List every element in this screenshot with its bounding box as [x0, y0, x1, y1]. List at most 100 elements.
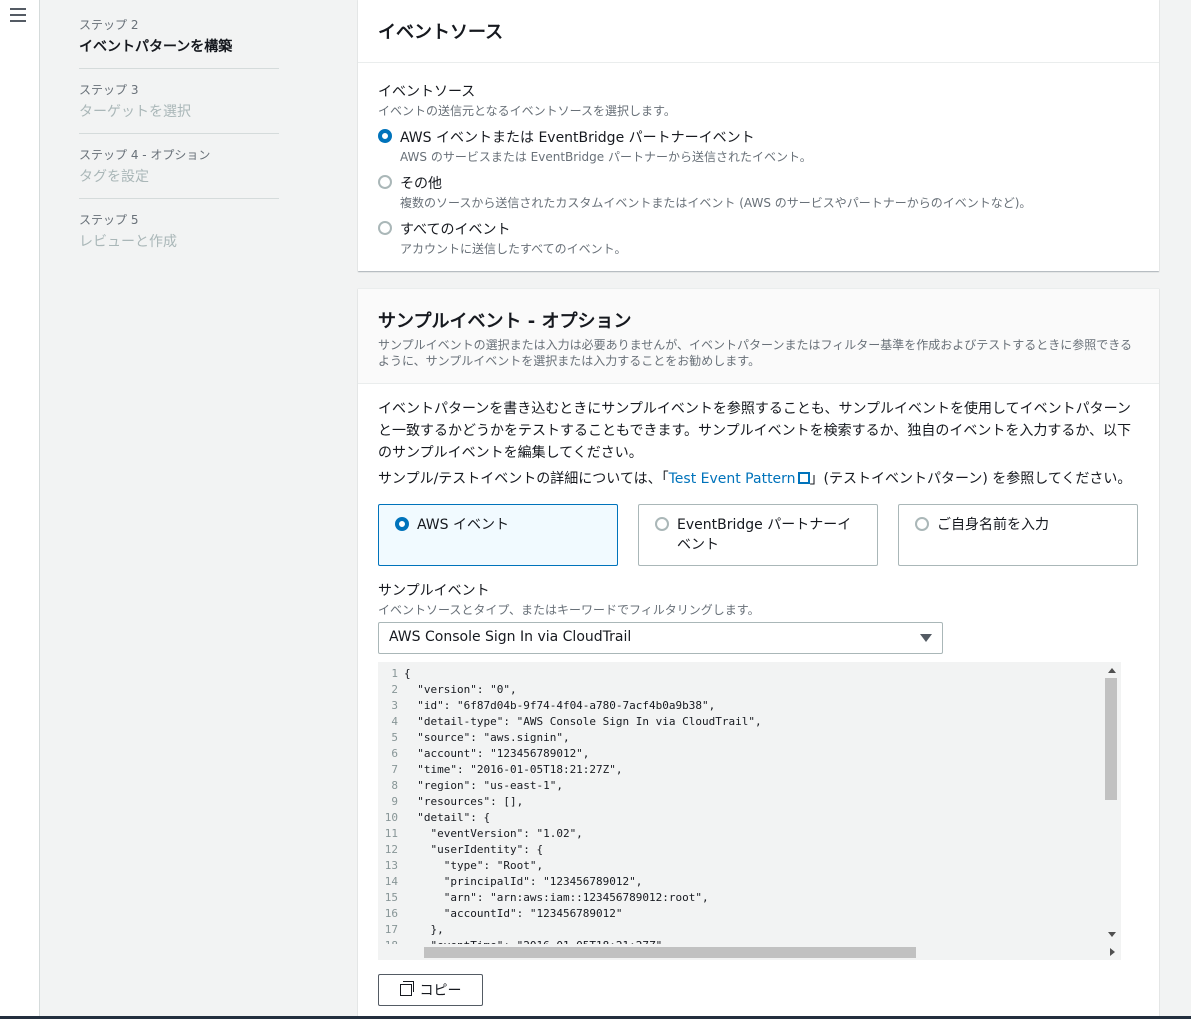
- code-text: "resources": [],: [404, 795, 524, 808]
- tile-partner-events[interactable]: EventBridge パートナーイベント: [638, 504, 878, 566]
- select-value: AWS Console Sign In via CloudTrail: [389, 629, 632, 645]
- line-number: 13: [384, 859, 398, 872]
- copy-icon: [399, 981, 414, 996]
- line-number: 8: [391, 779, 398, 792]
- radio-button[interactable]: [378, 175, 392, 189]
- code-editor[interactable]: 1 {2 "version": "0", 3 "id": "6f87d04b-9f7…: [378, 662, 1121, 960]
- intro-link-line: サンプル/テストイベントの詳細については、「Test Event Pattern…: [378, 468, 1139, 488]
- horizontal-scrollbar[interactable]: [378, 944, 1121, 960]
- code-line: 13 "type": "Root",: [378, 858, 762, 874]
- radio-label: その他: [400, 176, 442, 192]
- code-lines: 1 {2 "version": "0", 3 "id": "6f87d04b-9f7…: [378, 666, 762, 954]
- code-line: 12 "userIdentity": {: [378, 842, 762, 858]
- line-number: 11: [384, 827, 398, 840]
- code-line: 7 "time": "2016-01-05T18:21:27Z",: [378, 762, 762, 778]
- panel-title: イベントソース: [378, 22, 504, 43]
- radio-description: AWS のサービスまたは EventBridge パートナーから送信されたイベン…: [400, 150, 812, 164]
- radio-label: AWS イベントまたは EventBridge パートナーイベント: [400, 130, 755, 146]
- line-number: 16: [384, 907, 398, 920]
- radio-button[interactable]: [378, 129, 392, 143]
- intro-prefix: サンプル/テストイベントの詳細については、「: [378, 471, 669, 487]
- code-line: 15 "arn": "arn:aws:iam::123456789012:roo…: [378, 890, 762, 906]
- code-text: "eventVersion": "1.02",: [404, 827, 583, 840]
- line-number: 2: [391, 683, 398, 696]
- radio-label: すべてのイベント: [400, 222, 511, 238]
- code-text: "detail-type": "AWS Console Sign In via …: [404, 715, 762, 728]
- code-line: 6 "account": "123456789012",: [378, 746, 762, 762]
- radio-description: アカウントに送信したすべてのイベント。: [400, 242, 627, 256]
- tile-label: ご自身名前を入力: [937, 517, 1049, 533]
- intro-suffix: 」(テストイベントパターン) を参照してください。: [809, 471, 1132, 487]
- step-3[interactable]: ステップ 3 ターゲットを選択: [79, 81, 279, 134]
- event-type-tiles: AWS イベント EventBridge パートナーイベント ご自身名前を入力: [378, 504, 1139, 566]
- hamburger-icon[interactable]: [10, 8, 26, 24]
- panel-header: イベントソース: [358, 0, 1159, 63]
- code-text: "accountId": "123456789012": [404, 907, 623, 920]
- code-line: 9 "resources": [],: [378, 794, 762, 810]
- radio-button[interactable]: [395, 517, 409, 531]
- panel-title: サンプルイベント - オプション: [378, 311, 632, 332]
- caret-down-icon: [920, 634, 932, 642]
- step-title: レビューと作成: [79, 234, 177, 250]
- step-title: イベントパターンを構築: [79, 39, 233, 55]
- code-text: },: [404, 923, 444, 936]
- code-text: "region": "us-east-1",: [404, 779, 563, 792]
- scrollbar-thumb[interactable]: [424, 947, 916, 958]
- scroll-down-icon[interactable]: [1108, 932, 1116, 937]
- line-number: 14: [384, 875, 398, 888]
- radio-button[interactable]: [655, 517, 669, 531]
- code-line: 3 "id": "6f87d04b-9f74-4f04-a780-7acf4b0…: [378, 698, 762, 714]
- step-5[interactable]: ステップ 5 レビューと作成: [79, 211, 279, 263]
- external-link-icon[interactable]: [797, 472, 810, 484]
- line-number: 17: [384, 923, 398, 936]
- tile-aws-events[interactable]: AWS イベント: [378, 504, 618, 566]
- code-text: "version": "0",: [404, 683, 517, 696]
- panel-description: サンプルイベントの選択または入力は必要ありませんが、イベントパターンまたはフィル…: [378, 338, 1132, 368]
- tile-label: EventBridge パートナーイベント: [677, 517, 852, 553]
- sample-event-description: イベントソースとタイプ、またはキーワードでフィルタリングします。: [378, 603, 760, 617]
- code-line: 17 },: [378, 922, 762, 938]
- radio-all-events[interactable]: すべてのイベント アカウントに送信したすべてのイベント。: [378, 219, 1139, 257]
- code-line: 4 "detail-type": "AWS Console Sign In vi…: [378, 714, 762, 730]
- intro-text: イベントパターンを書き込むときにサンプルイベントを参照することも、サンプルイベン…: [378, 401, 1132, 461]
- copy-label: コピー: [419, 983, 462, 999]
- tile-enter-own[interactable]: ご自身名前を入力: [898, 504, 1138, 566]
- radio-other[interactable]: その他 複数のソースから送信されたカスタムイベントまたはイベント (AWS のサ…: [378, 173, 1139, 211]
- radio-aws-events[interactable]: AWS イベントまたは EventBridge パートナーイベント AWS のサ…: [378, 127, 1139, 165]
- panel-header: サンプルイベント - オプション サンプルイベントの選択または入力は必要ありませ…: [358, 289, 1159, 384]
- copy-button[interactable]: コピー: [378, 974, 483, 1006]
- step-number: ステップ 3: [79, 83, 139, 97]
- code-text: "principalId": "123456789012",: [404, 875, 643, 888]
- sample-event-select[interactable]: AWS Console Sign In via CloudTrail: [378, 622, 943, 654]
- code-text: "account": "123456789012",: [404, 747, 590, 760]
- tile-label: AWS イベント: [417, 517, 509, 533]
- scroll-right-icon[interactable]: [1110, 948, 1115, 956]
- panel-body: イベントソース イベントの送信元となるイベントソースを選択します。 AWS イベ…: [358, 63, 1159, 273]
- left-nav-rail: [0, 0, 40, 1019]
- code-text: {: [404, 667, 411, 680]
- step-2[interactable]: ステップ 2 イベントパターンを構築: [79, 0, 279, 69]
- wizard-steps: ステップ 2 イベントパターンを構築 ステップ 3 ターゲットを選択 ステップ …: [79, 0, 279, 275]
- code-text: "userIdentity": {: [404, 843, 544, 856]
- code-text: "time": "2016-01-05T18:21:27Z",: [404, 763, 623, 776]
- field-description: イベントの送信元となるイベントソースを選択します。: [378, 104, 676, 118]
- line-number: 1: [391, 667, 398, 680]
- step-title: タグを設定: [79, 169, 149, 185]
- field-label: イベントソース: [378, 84, 476, 100]
- sample-event-panel: サンプルイベント - オプション サンプルイベントの選択または入力は必要ありませ…: [358, 288, 1159, 1019]
- step-4[interactable]: ステップ 4 - オプション タグを設定: [79, 146, 279, 199]
- vertical-scrollbar[interactable]: [1104, 662, 1121, 944]
- code-text: "arn": "arn:aws:iam::123456789012:root",: [404, 891, 709, 904]
- step-number: ステップ 4 - オプション: [79, 148, 211, 162]
- test-event-pattern-link[interactable]: Test Event Pattern: [669, 471, 796, 487]
- panel-body: イベントパターンを書き込むときにサンプルイベントを参照することも、サンプルイベン…: [358, 384, 1159, 1019]
- scroll-up-icon[interactable]: [1108, 668, 1116, 673]
- line-number: 3: [391, 699, 398, 712]
- scrollbar-thumb[interactable]: [1105, 678, 1117, 800]
- line-number: 4: [391, 715, 398, 728]
- line-number: 7: [391, 763, 398, 776]
- radio-button[interactable]: [915, 517, 929, 531]
- code-line: 11 "eventVersion": "1.02",: [378, 826, 762, 842]
- line-number: 10: [384, 811, 398, 824]
- radio-button[interactable]: [378, 221, 392, 235]
